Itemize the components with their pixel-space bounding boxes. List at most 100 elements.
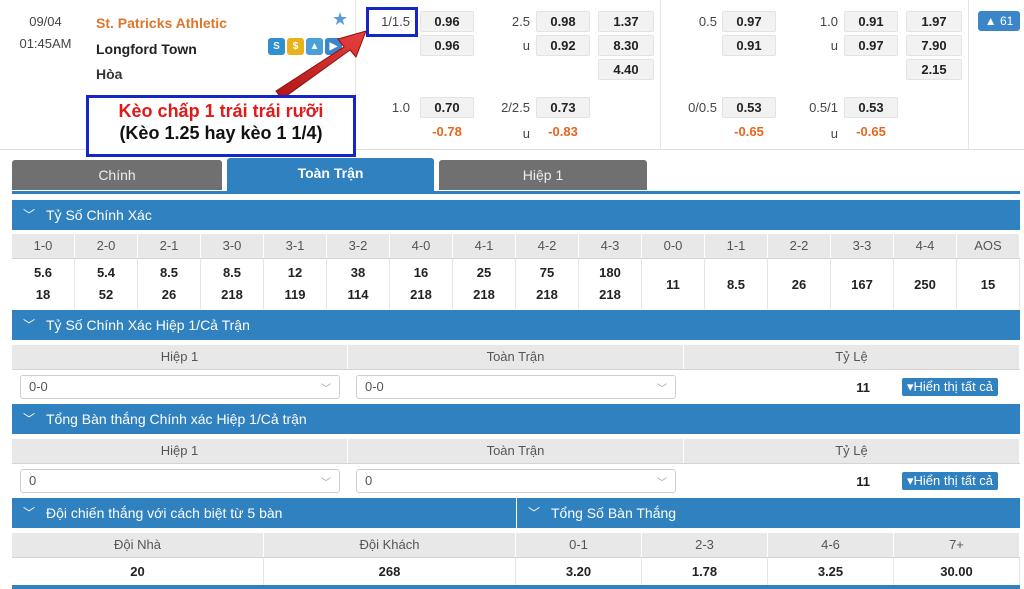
ft-handicap-away-odds[interactable]: 0.96 xyxy=(420,35,474,56)
winning-margin-header[interactable]: ﹀ Đội chiến thắng với cách biệt từ 5 bàn xyxy=(12,498,516,528)
correct-score-cell: 16 218 xyxy=(390,259,453,309)
alt-h1-ou-under-odds[interactable]: -0.65 xyxy=(844,124,898,139)
correct-score-cell: 25 218 xyxy=(453,259,516,309)
correct-score-home-odds[interactable]: 5.6 xyxy=(12,262,74,284)
h1-1x2-home-odds[interactable]: 1.97 xyxy=(906,11,962,32)
correct-score-home-odds[interactable]: 180 xyxy=(579,262,641,284)
chevron-down-icon: ﹀ xyxy=(23,318,36,332)
correct-score-home-odds[interactable]: 8.5 xyxy=(138,262,200,284)
correct-score-cell: 8.5 218 xyxy=(201,259,264,309)
ht-ft-score-col-rate: Tỷ Lệ xyxy=(684,345,1020,369)
h1-1x2-draw-odds[interactable]: 2.15 xyxy=(906,59,962,80)
correct-score-col-header: 3-2 xyxy=(327,234,390,258)
ft-score-select[interactable]: 0-0 ﹀ xyxy=(356,375,676,399)
ht-ft-score-rate: 11 xyxy=(856,380,870,395)
alt-h1-handicap-away-odds[interactable]: -0.65 xyxy=(722,124,776,139)
correct-score-home-odds[interactable]: 75 xyxy=(516,262,578,284)
h1-ou-over-odds[interactable]: 0.91 xyxy=(844,11,898,32)
correct-score-away-odds[interactable]: 114 xyxy=(327,284,389,306)
correct-score-draw-odds[interactable]: 26 xyxy=(768,277,830,292)
annotation-line-1: Kèo chấp 1 trái trái rưỡi xyxy=(118,101,324,121)
correct-score-home-odds[interactable]: 25 xyxy=(453,262,515,284)
total-goals-header[interactable]: ﹀ Tổng Số Bàn Thắng xyxy=(516,498,1020,528)
annotation-callout: Kèo chấp 1 trái trái rưỡi (Kèo 1.25 hay … xyxy=(86,95,356,157)
correct-score-col-header: 3-0 xyxy=(201,234,264,258)
total-goals-4-6-odds[interactable]: 3.25 xyxy=(768,558,894,586)
correct-score-header[interactable]: ﹀ Tỷ Số Chính Xác xyxy=(12,200,1020,230)
correct-score-away-odds[interactable]: 218 xyxy=(453,284,515,306)
correct-score-cell: 8.5 xyxy=(705,259,768,309)
correct-score-home-odds[interactable]: 38 xyxy=(327,262,389,284)
chevron-down-icon: ﹀ xyxy=(23,208,36,222)
chevron-down-icon: ﹀ xyxy=(657,478,667,489)
alt-ft-handicap-home-odds[interactable]: 0.70 xyxy=(420,97,474,118)
match-time: 01:45AM xyxy=(19,36,72,51)
ft-ou-over-odds[interactable]: 0.98 xyxy=(536,11,590,32)
winning-margin-away-odds[interactable]: 268 xyxy=(264,558,516,586)
correct-score-away-odds[interactable]: 218 xyxy=(579,284,641,306)
alt-ft-handicap-away-odds[interactable]: -0.78 xyxy=(420,124,474,139)
correct-score-draw-odds[interactable]: 250 xyxy=(894,277,956,292)
ft-goals-select[interactable]: 0 ﹀ xyxy=(356,469,676,493)
h1-handicap-away-odds[interactable]: 0.91 xyxy=(722,35,776,56)
correct-score-home-odds[interactable]: 12 xyxy=(264,262,326,284)
winning-margin-col-away: Đội Khách xyxy=(264,533,516,557)
ht-goals-select[interactable]: 0 ﹀ xyxy=(20,469,340,493)
correct-score-away-odds[interactable]: 52 xyxy=(75,284,137,306)
correct-score-away-odds[interactable]: 218 xyxy=(516,284,578,306)
away-team-name[interactable]: Longford Town xyxy=(96,41,197,57)
more-markets-button[interactable]: ▲ 61 xyxy=(978,11,1020,31)
ht-ft-goals-col-ft: Toàn Trận xyxy=(348,439,684,463)
ht-ft-goals-col-h1: Hiệp 1 xyxy=(12,439,348,463)
winning-margin-home-odds[interactable]: 20 xyxy=(12,558,264,586)
annotation-line-2: (Kèo 1.25 hay kèo 1 1/4) xyxy=(119,123,323,143)
ft-1x2-away-odds[interactable]: 8.30 xyxy=(598,35,654,56)
alt-h1-ou-over-odds[interactable]: 0.53 xyxy=(844,97,898,118)
correct-score-home-odds[interactable]: 8.5 xyxy=(201,262,263,284)
alt-ft-ou-under-odds[interactable]: -0.83 xyxy=(536,124,590,139)
tab-main[interactable]: Chính xyxy=(12,160,222,190)
correct-score-home-odds[interactable]: 16 xyxy=(390,262,452,284)
ht-ft-goals-rate: 11 xyxy=(856,474,870,489)
correct-score-cell: 11 xyxy=(642,259,705,309)
ft-1x2-draw-odds[interactable]: 4.40 xyxy=(598,59,654,80)
total-goals-title: Tổng Số Bàn Thắng xyxy=(551,505,677,521)
home-team-name[interactable]: St. Patricks Athletic xyxy=(96,15,227,31)
ht-ft-goals-header[interactable]: ﹀ Tổng Bàn thắng Chính xác Hiệp 1/Cả trậ… xyxy=(12,404,1020,434)
correct-score-away-odds[interactable]: 18 xyxy=(12,284,74,306)
correct-score-col-header: 2-2 xyxy=(768,234,831,258)
more-markets-count: 61 xyxy=(999,14,1014,28)
ft-ou-under-odds[interactable]: 0.92 xyxy=(536,35,590,56)
ft-1x2-home-odds[interactable]: 1.37 xyxy=(598,11,654,32)
correct-score-col-header: 0-0 xyxy=(642,234,705,258)
correct-score-draw-odds[interactable]: 8.5 xyxy=(705,277,767,292)
correct-score-away-odds[interactable]: 218 xyxy=(390,284,452,306)
correct-score-away-odds[interactable]: 218 xyxy=(201,284,263,306)
total-goals-0-1-odds[interactable]: 3.20 xyxy=(516,558,642,586)
correct-score-away-odds[interactable]: 26 xyxy=(138,284,200,306)
correct-score-home-odds[interactable]: 5.4 xyxy=(75,262,137,284)
ht-ft-score-header[interactable]: ﹀ Tỷ Số Chính Xác Hiệp 1/Cả Trận xyxy=(12,310,1020,340)
correct-score-away-odds[interactable]: 119 xyxy=(264,284,326,306)
correct-score-cell: 180 218 xyxy=(579,259,642,309)
ht-score-select[interactable]: 0-0 ﹀ xyxy=(20,375,340,399)
correct-score-draw-odds[interactable]: 15 xyxy=(957,277,1019,292)
tab-full-match[interactable]: Toàn Trận xyxy=(227,158,434,192)
expand-up-icon: ▲ xyxy=(984,14,997,28)
total-goals-2-3-odds[interactable]: 1.78 xyxy=(642,558,768,586)
h1-1x2-away-odds[interactable]: 7.90 xyxy=(906,35,962,56)
correct-score-cell: 75 218 xyxy=(516,259,579,309)
total-goals-7-plus-odds[interactable]: 30.00 xyxy=(894,558,1020,586)
alt-h1-handicap-home-odds[interactable]: 0.53 xyxy=(722,97,776,118)
chevron-down-icon: ﹀ xyxy=(528,506,541,520)
tab-first-half[interactable]: Hiệp 1 xyxy=(439,160,647,190)
correct-score-title: Tỷ Số Chính Xác xyxy=(46,207,152,223)
correct-score-draw-odds[interactable]: 167 xyxy=(831,277,893,292)
h1-ou-under-odds[interactable]: 0.97 xyxy=(844,35,898,56)
alt-ft-ou-over-odds[interactable]: 0.73 xyxy=(536,97,590,118)
correct-score-draw-odds[interactable]: 11 xyxy=(642,277,704,292)
ht-ft-goals-show-all-button[interactable]: ▾Hiển thị tất cả xyxy=(902,472,999,490)
h1-handicap-home-odds[interactable]: 0.97 xyxy=(722,11,776,32)
ft-handicap-home-odds[interactable]: 0.96 xyxy=(420,11,474,32)
ht-ft-score-show-all-button[interactable]: ▾Hiển thị tất cả xyxy=(902,378,999,396)
